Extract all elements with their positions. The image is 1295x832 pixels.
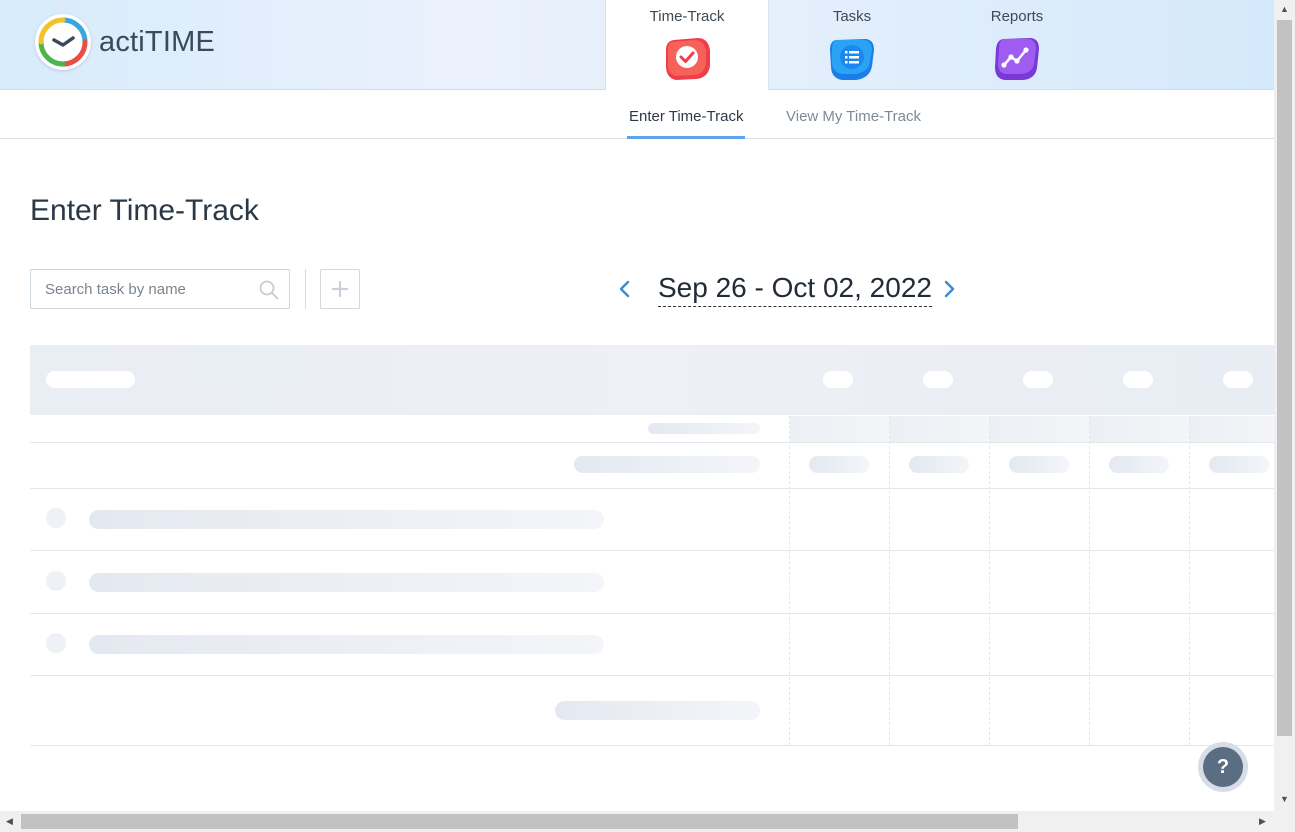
- list-icon: [830, 39, 874, 80]
- skeleton-bar: [89, 573, 604, 592]
- skeleton-bar: [1209, 456, 1269, 473]
- previous-week-button[interactable]: [612, 275, 638, 303]
- skeleton-cell: [1190, 416, 1274, 442]
- skeleton-bar: [1109, 456, 1169, 473]
- row-divider: [30, 675, 1274, 676]
- page-title: Enter Time-Track: [30, 194, 259, 227]
- skeleton-dot: [46, 571, 66, 591]
- skeleton-bar: [574, 456, 760, 473]
- nav-tab-label: Tasks: [832, 8, 872, 25]
- add-task-button[interactable]: [320, 269, 360, 309]
- skeleton-bar: [89, 510, 604, 529]
- skeleton-cell: [990, 416, 1090, 442]
- row-divider: [30, 488, 1274, 489]
- scroll-left-arrow-icon[interactable]: ◀: [6, 816, 13, 827]
- vertical-scrollbar-thumb[interactable]: [1277, 20, 1292, 736]
- skeleton-dot: [46, 508, 66, 528]
- nav-tab-tasks[interactable]: Tasks: [770, 0, 934, 90]
- scroll-down-arrow-icon[interactable]: ▼: [1280, 794, 1289, 804]
- skeleton-bar: [648, 423, 760, 434]
- table-header-skeleton: [30, 345, 1274, 415]
- help-icon: ?: [1203, 747, 1243, 787]
- date-range-picker[interactable]: Sep 26 - Oct 02, 2022: [658, 271, 932, 307]
- skeleton-bar: [923, 371, 953, 388]
- row-divider: [30, 442, 1274, 443]
- checkmark-icon: [666, 38, 710, 80]
- chart-icon: [995, 38, 1039, 80]
- column-divider: [1189, 416, 1190, 745]
- column-divider: [989, 416, 990, 745]
- actitime-logo-icon[interactable]: [35, 14, 91, 70]
- column-divider: [889, 416, 890, 745]
- chevron-right-icon: [944, 280, 955, 298]
- toolbar-divider: [305, 269, 306, 309]
- scroll-right-arrow-icon[interactable]: ▶: [1259, 816, 1266, 827]
- help-button[interactable]: ?: [1198, 742, 1248, 792]
- scroll-up-arrow-icon[interactable]: ▲: [1280, 4, 1289, 14]
- skeleton-bar: [809, 456, 869, 473]
- nav-tab-reports[interactable]: Reports: [935, 0, 1099, 90]
- skeleton-bar: [823, 371, 853, 388]
- column-divider: [1089, 416, 1090, 745]
- column-divider: [789, 416, 790, 745]
- subtab-view-my-time-track[interactable]: View My Time-Track: [786, 108, 921, 125]
- nav-tab-label: Reports: [990, 8, 1044, 25]
- search-icon[interactable]: [259, 280, 279, 305]
- nav-tab-time-track[interactable]: Time-Track: [605, 0, 769, 91]
- subtab-enter-time-track[interactable]: Enter Time-Track: [629, 108, 743, 125]
- skeleton-dot: [46, 633, 66, 653]
- search-input[interactable]: [31, 270, 251, 308]
- skeleton-bar: [46, 371, 135, 388]
- skeleton-cell: [890, 416, 990, 442]
- skeleton-cell: [1090, 416, 1190, 442]
- skeleton-bar: [555, 701, 760, 720]
- app-name: actiTIME: [99, 26, 215, 58]
- search-box: [30, 269, 290, 309]
- next-week-button[interactable]: [936, 275, 962, 303]
- skeleton-bar: [909, 456, 969, 473]
- skeleton-bar: [1123, 371, 1153, 388]
- plus-icon: [331, 280, 349, 298]
- sub-navigation: Enter Time-Track View My Time-Track: [0, 90, 1274, 139]
- skeleton-bar: [1009, 456, 1069, 473]
- skeleton-bar: [89, 635, 604, 654]
- horizontal-scrollbar-thumb[interactable]: [21, 814, 1018, 829]
- skeleton-bar: [1223, 371, 1253, 388]
- row-divider: [30, 745, 1274, 746]
- row-divider: [30, 613, 1274, 614]
- chevron-left-icon: [619, 280, 630, 298]
- active-tab-indicator: [627, 136, 745, 139]
- row-divider: [30, 550, 1274, 551]
- nav-tab-label: Time-Track: [649, 8, 725, 25]
- skeleton-cell: [790, 416, 890, 442]
- skeleton-bar: [1023, 371, 1053, 388]
- app-header: actiTIME Time-Track Tasks Reports: [0, 0, 1274, 91]
